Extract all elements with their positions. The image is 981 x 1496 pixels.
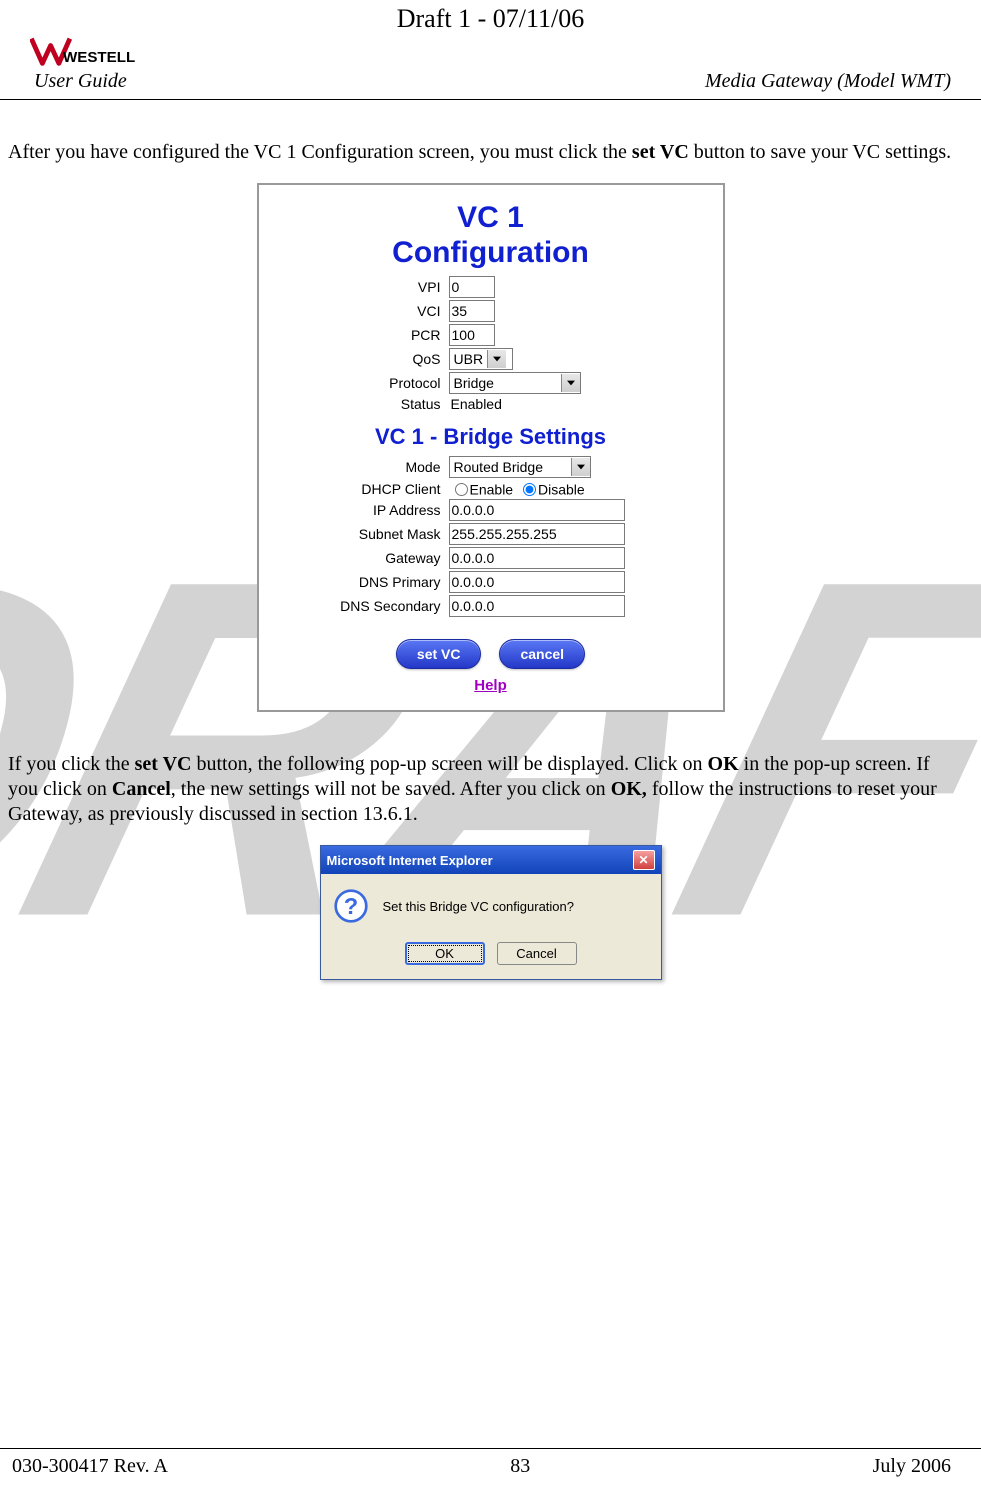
mode-value: Routed Bridge [450,459,571,475]
para1-pre: After you have configured the VC 1 Confi… [8,141,632,163]
page-footer: 030-300417 Rev. A 83 July 2006 [0,1448,981,1478]
svg-text:WESTELL: WESTELL [63,49,135,66]
status-value: Enabled [449,396,502,412]
ip-input[interactable] [449,499,625,521]
p2-b4: OK, [611,778,647,800]
mode-select[interactable]: Routed Bridge [449,456,591,478]
vc-title-line2: Configuration [392,236,589,269]
vc-config-panel: VC 1 Configuration VPI VCI PCR QoS UBR P… [257,183,725,712]
dhcp-disable-label: Disable [538,481,585,497]
set-vc-button[interactable]: set VC [396,639,482,669]
footer-left: 030-300417 Rev. A [12,1455,168,1478]
popup-titlebar: Microsoft Internet Explorer ✕ [321,846,661,874]
dhcp-enable-label: Enable [470,481,514,497]
chevron-down-icon [571,458,590,476]
confirm-popup: Microsoft Internet Explorer ✕ ? Set this… [320,845,662,980]
protocol-select[interactable]: Bridge [449,372,581,394]
vci-input[interactable] [449,300,495,322]
dhcp-label: DHCP Client [271,481,449,497]
cancel-button[interactable]: cancel [499,639,585,669]
p2-b1: set VC [135,753,192,775]
popup-title: Microsoft Internet Explorer [327,853,493,868]
qos-select[interactable]: UBR [449,348,513,370]
dns1-input[interactable] [449,571,625,593]
p2-t2: button, the following pop-up screen will… [191,753,707,775]
paragraph-1: After you have configured the VC 1 Confi… [0,140,981,165]
pcr-input[interactable] [449,324,495,346]
mask-input[interactable] [449,523,625,545]
question-icon: ? [333,888,369,924]
close-icon[interactable]: ✕ [633,850,655,870]
mask-label: Subnet Mask [271,526,449,542]
gw-input[interactable] [449,547,625,569]
qos-label: QoS [271,351,449,367]
footer-center: 83 [510,1455,530,1478]
user-guide-label: User Guide [34,70,127,93]
protocol-label: Protocol [271,375,449,391]
svg-text:?: ? [343,893,357,919]
qos-value: UBR [450,351,488,367]
dns1-label: DNS Primary [271,574,449,590]
westell-logo: WESTELL [30,34,140,68]
footer-right: July 2006 [873,1455,951,1478]
page-header: WESTELL User Guide Media Gateway (Model … [0,34,981,100]
draft-header: Draft 1 - 07/11/06 [0,0,981,34]
dhcp-enable-radio[interactable] [455,483,468,496]
bridge-settings-title: VC 1 - Bridge Settings [271,424,711,450]
dns2-input[interactable] [449,595,625,617]
vci-label: VCI [271,303,449,319]
vc-title: VC 1 Configuration [271,201,711,270]
vc-title-line1: VC 1 [457,201,524,234]
protocol-value: Bridge [450,375,561,391]
vpi-input[interactable] [449,276,495,298]
pcr-label: PCR [271,327,449,343]
para1-post: button to save your VC settings. [689,141,951,163]
para1-bold: set VC [632,141,689,163]
chevron-down-icon [487,350,506,368]
p2-t4: , the new settings will not be saved. Af… [171,778,611,800]
p2-b3: Cancel [112,778,171,800]
model-label: Media Gateway (Model WMT) [705,70,951,93]
paragraph-2: If you click the set VC button, the foll… [0,752,981,827]
help-link[interactable]: Help [271,677,711,694]
status-label: Status [271,396,449,412]
ip-label: IP Address [271,502,449,518]
dhcp-disable-radio[interactable] [523,483,536,496]
p2-t1: If you click the [8,753,135,775]
chevron-down-icon [561,374,580,392]
vpi-label: VPI [271,279,449,295]
popup-cancel-button[interactable]: Cancel [497,942,577,965]
p2-b2: OK [708,753,739,775]
dns2-label: DNS Secondary [271,598,449,614]
gw-label: Gateway [271,550,449,566]
popup-ok-button[interactable]: OK [405,942,485,965]
mode-label: Mode [271,459,449,475]
popup-message: Set this Bridge VC configuration? [383,899,575,914]
